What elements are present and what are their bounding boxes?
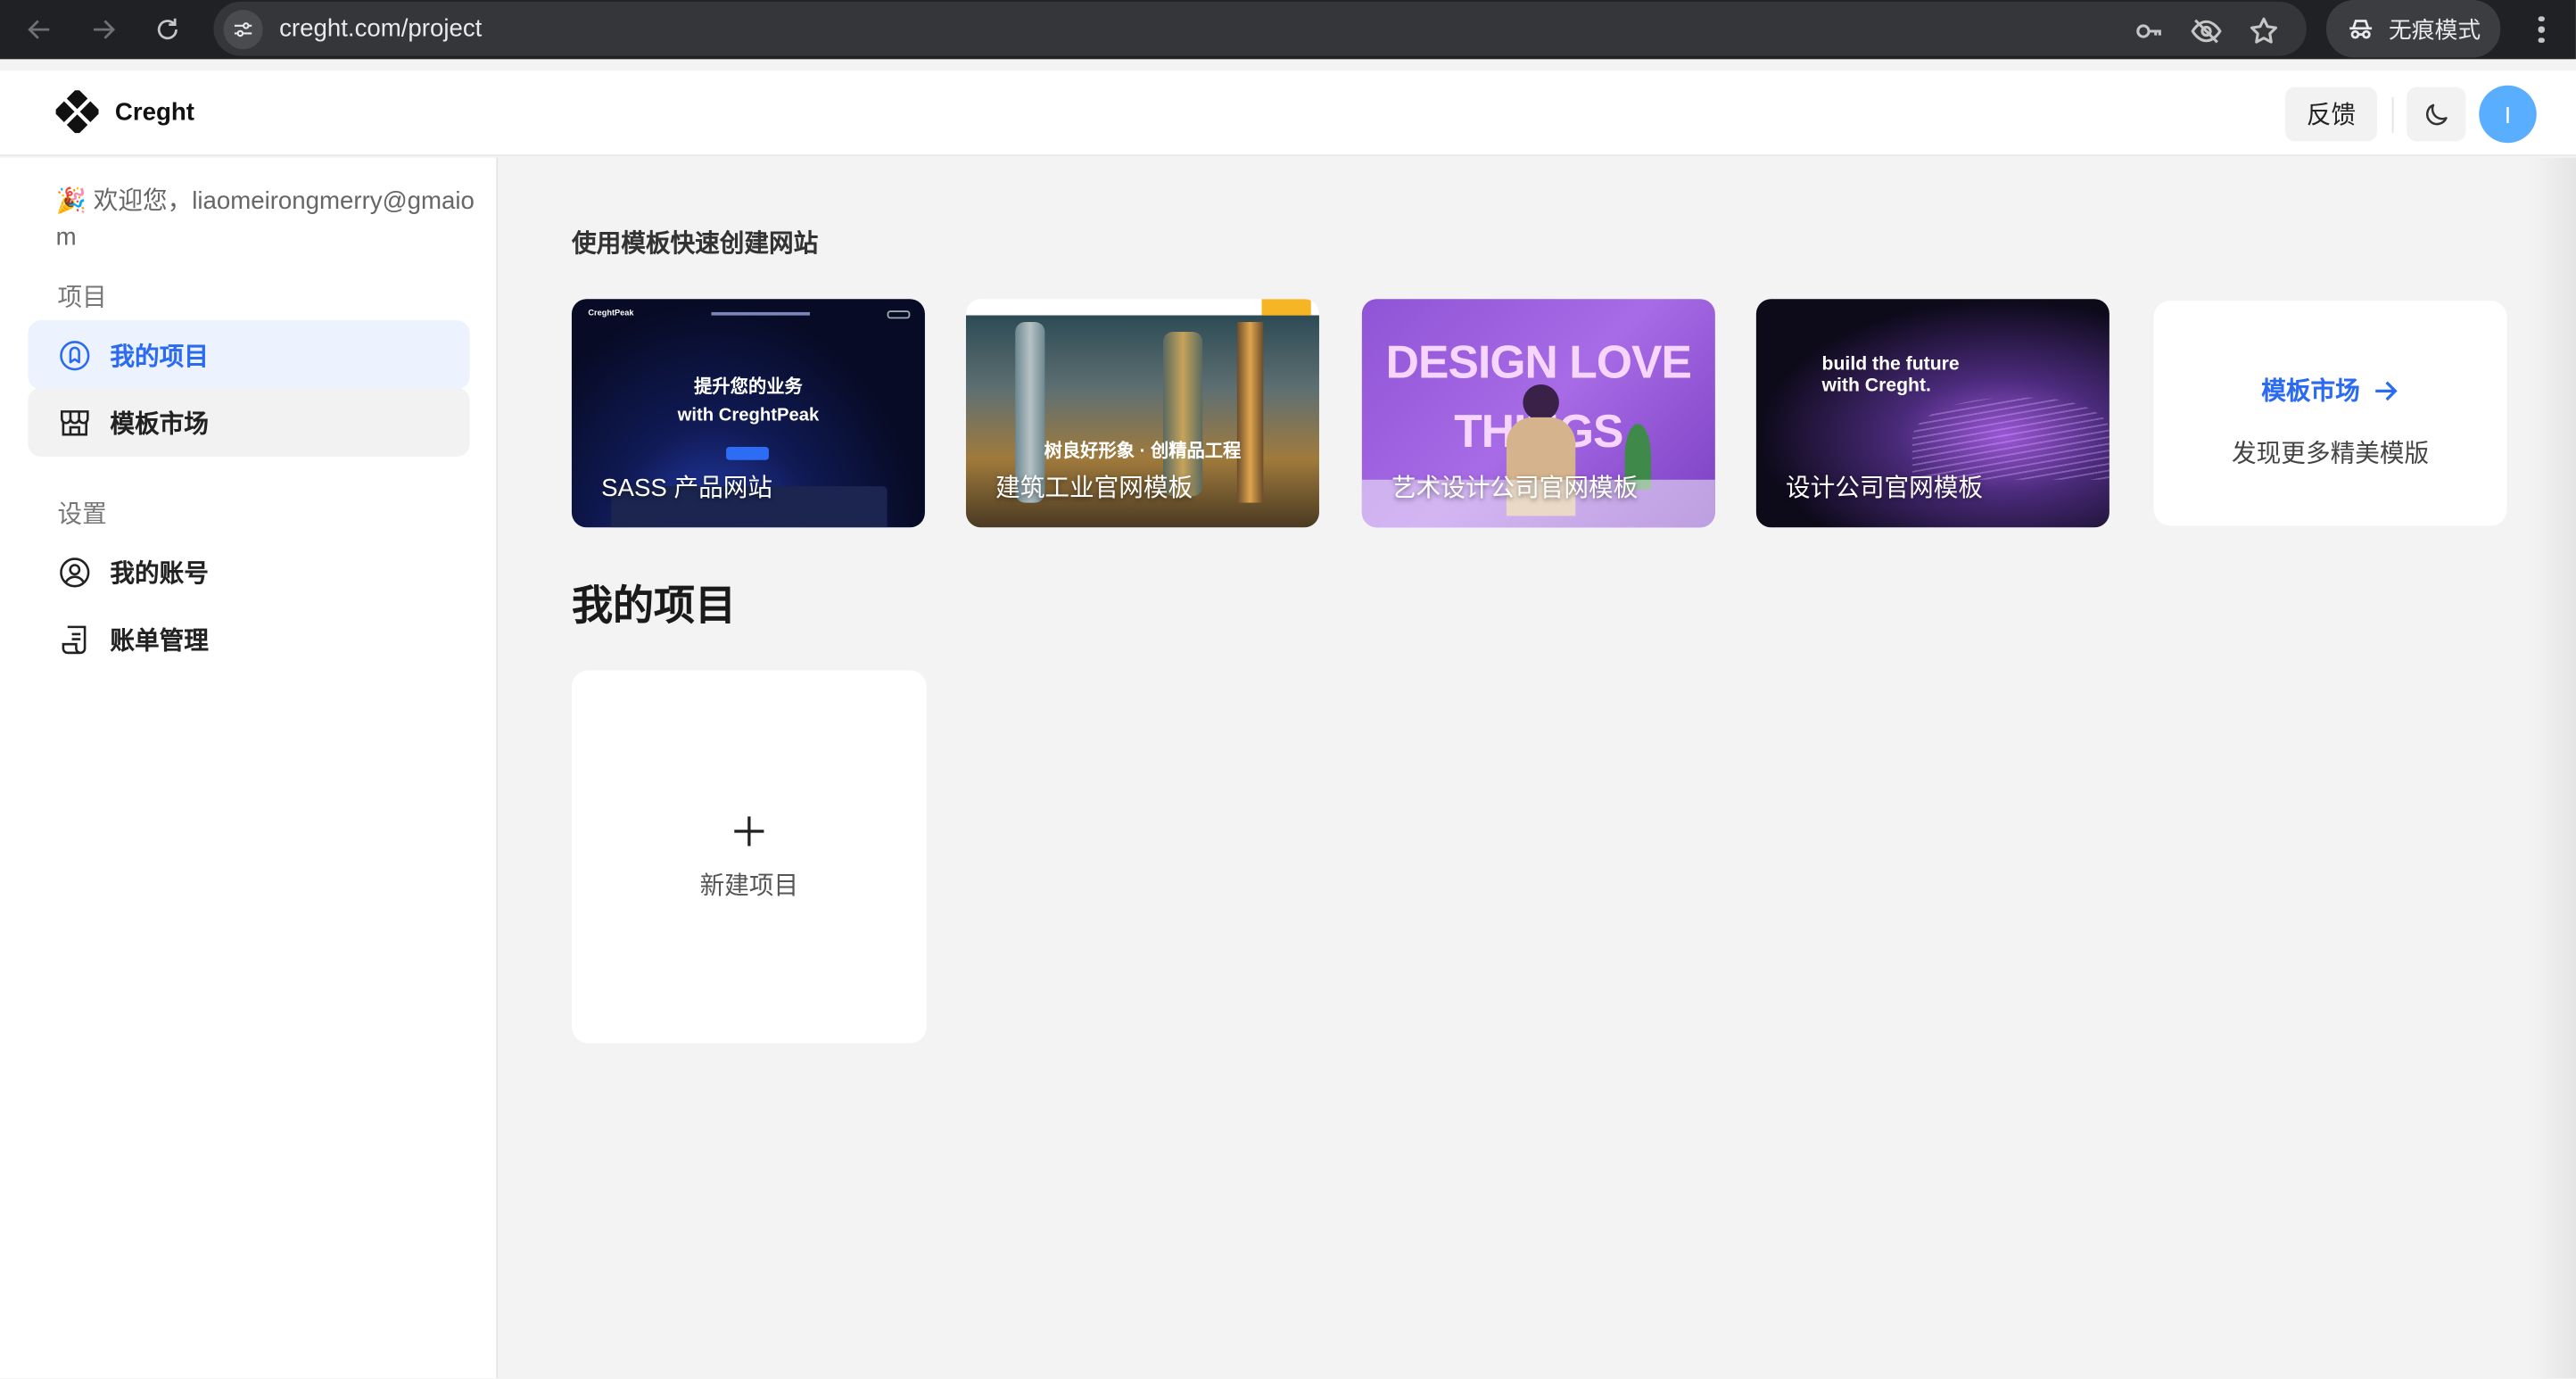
template-card-art-design[interactable]: DESIGN LOVE THINGS 艺术设计公司官网模板 xyxy=(1361,299,1715,528)
incognito-indicator[interactable]: 无痕模式 xyxy=(2325,0,2501,58)
thumb-hero-text: 树良好形象 · 创精品工程 xyxy=(1044,442,1242,462)
app-header: Creght 反馈 I xyxy=(0,70,2576,156)
password-key-icon[interactable] xyxy=(2133,15,2166,48)
template-card-sass[interactable]: CreghtPeak 提升您的业务 with CreghtPeak SASS 产… xyxy=(571,299,925,528)
sidebar-item-my-projects[interactable]: 我的项目 xyxy=(28,320,470,390)
moon-icon xyxy=(2426,103,2448,125)
thumb-hero-text: 提升您的业务 with CreghtPeak xyxy=(677,377,820,426)
sidebar-item-label: 账单管理 xyxy=(110,626,209,655)
sidebar-item-template-market[interactable]: 模板市场 xyxy=(28,387,470,458)
back-icon[interactable] xyxy=(21,12,58,48)
thumb-navbar: CreghtPeak xyxy=(588,307,911,320)
thumb-pipe xyxy=(1236,321,1264,503)
thumb-figure-head xyxy=(1523,384,1559,421)
brand-logo[interactable]: Creght xyxy=(55,90,194,134)
receipt-icon xyxy=(62,624,87,654)
my-projects-heading: 我的项目 xyxy=(571,582,737,630)
thumb-hero-text: build the future with Creght. xyxy=(1821,354,1960,396)
plus-icon xyxy=(734,816,764,846)
thumb-nav-cta xyxy=(1261,299,1311,316)
thumb-brand: CreghtPeak xyxy=(588,309,634,319)
more-templates-description: 发现更多精美模版 xyxy=(2232,440,2430,468)
template-card-construction[interactable]: 树良好形象 · 创精品工程 建筑工业官网模板 xyxy=(965,299,1319,528)
store-icon xyxy=(61,409,89,435)
section-title-projects: 项目 xyxy=(57,284,107,312)
new-project-label: 新建项目 xyxy=(699,871,799,901)
incognito-label: 无痕模式 xyxy=(2388,15,2481,42)
my-projects-icon xyxy=(60,340,90,370)
user-avatar[interactable]: I xyxy=(2479,85,2537,144)
bookmark-star-icon[interactable] xyxy=(2248,15,2281,48)
page-edge-shadow xyxy=(2530,157,2576,1379)
thumb-cta xyxy=(726,446,769,460)
template-label: 设计公司官网模板 xyxy=(1786,475,1984,503)
sidebar-item-billing[interactable]: 账单管理 xyxy=(28,605,469,673)
reload-icon[interactable] xyxy=(150,12,186,48)
sidebar-item-label: 我的项目 xyxy=(110,343,209,371)
url-text[interactable]: creght.com/project xyxy=(279,15,482,43)
browser-toolbar: creght.com/project 无痕模式 xyxy=(0,0,2576,60)
welcome-message: 🎉 欢迎您，liaomeirongmerry@gmaiom xyxy=(55,186,475,252)
template-label: 建筑工业官网模板 xyxy=(995,475,1193,503)
incognito-icon xyxy=(2349,19,2373,38)
thumb-particles xyxy=(1911,397,2110,480)
creght-logo-icon xyxy=(55,90,99,134)
template-market-link[interactable]: 模板市场 xyxy=(2154,373,2507,408)
address-bar[interactable]: creght.com/project xyxy=(213,1,2307,56)
forward-icon[interactable] xyxy=(86,12,122,48)
template-market-link-label: 模板市场 xyxy=(2261,377,2360,406)
templates-heading: 使用模板快速创建网站 xyxy=(571,229,819,259)
user-circle-icon xyxy=(60,557,90,587)
template-label: 艺术设计公司官网模板 xyxy=(1391,475,1639,503)
template-card-design-company[interactable]: build the future with Creght. 设计公司官网模板 xyxy=(1755,299,2110,528)
arrow-right-icon xyxy=(2374,380,2397,400)
sidebar-item-label: 模板市场 xyxy=(110,409,209,438)
theme-toggle-button[interactable] xyxy=(2407,87,2466,142)
section-title-settings: 设置 xyxy=(57,500,107,530)
header-divider xyxy=(2391,96,2394,134)
new-project-card[interactable]: 新建项目 xyxy=(571,670,927,1044)
browser-menu-icon[interactable] xyxy=(2527,13,2556,46)
feedback-button[interactable]: 反馈 xyxy=(2284,87,2378,142)
brand-name: Creght xyxy=(114,97,194,126)
sidebar-item-label: 我的账号 xyxy=(110,559,209,588)
sidebar: 🎉 欢迎您，liaomeirongmerry@gmaiom 项目 我的项目 模板… xyxy=(0,157,499,1379)
sidebar-item-my-account[interactable]: 我的账号 xyxy=(28,537,469,606)
site-info-icon[interactable] xyxy=(223,9,263,49)
template-label: SASS 产品网站 xyxy=(601,475,772,503)
more-templates-card[interactable]: 模板市场 发现更多精美模版 xyxy=(2153,301,2507,526)
tracking-protection-icon[interactable] xyxy=(2190,15,2223,48)
